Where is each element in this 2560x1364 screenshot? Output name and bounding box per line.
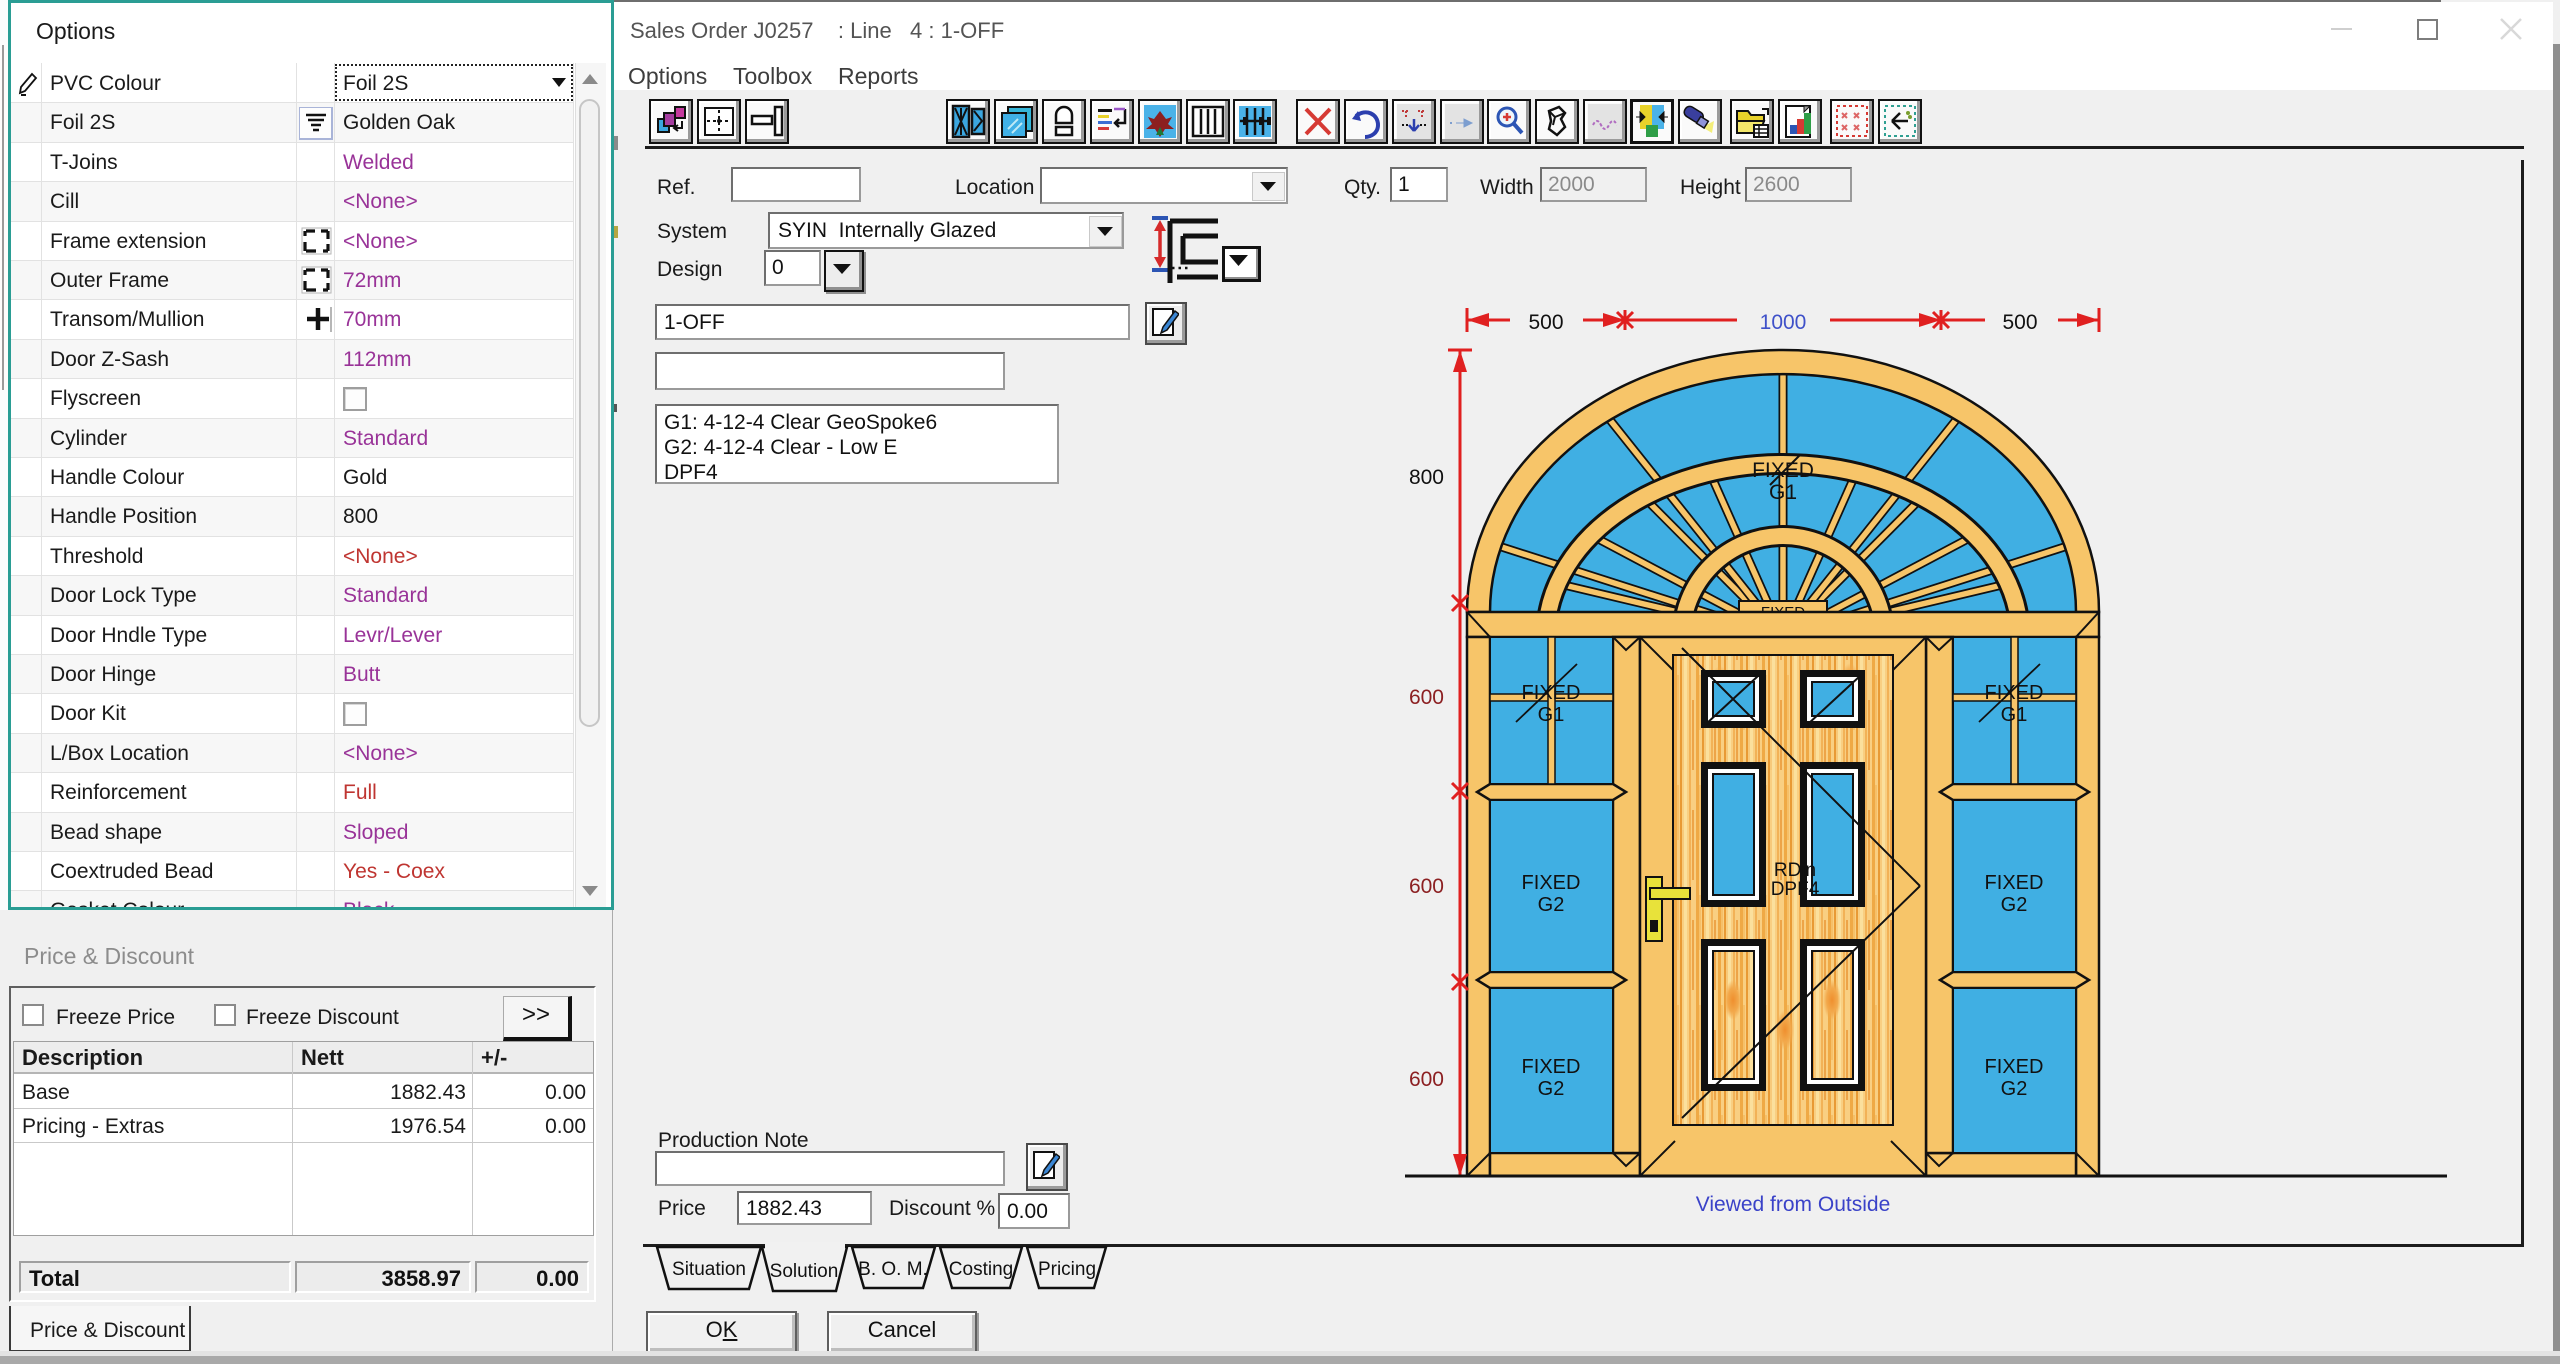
svg-text:G1: G1 — [1769, 481, 1797, 504]
svg-text:500: 500 — [2002, 311, 2037, 334]
svg-text:800: 800 — [1409, 466, 1444, 489]
svg-text:Solution: Solution — [770, 1261, 839, 1282]
svg-text:FIXED: FIXED — [1752, 459, 1814, 482]
svg-text:FIXED: FIXED — [1522, 872, 1581, 894]
svg-text:G2: G2 — [2001, 1078, 2028, 1100]
svg-text:FIXED: FIXED — [1985, 682, 2044, 704]
svg-text:G2: G2 — [1538, 894, 1565, 916]
svg-text:Situation: Situation — [672, 1259, 746, 1280]
svg-text:G2: G2 — [2001, 894, 2028, 916]
svg-text:1000: 1000 — [1760, 311, 1807, 334]
svg-text:DPF4: DPF4 — [1771, 879, 1820, 900]
svg-text:G1: G1 — [1538, 704, 1565, 726]
svg-text:FIXED: FIXED — [1985, 872, 2044, 894]
svg-text:B. O. M.: B. O. M. — [858, 1259, 928, 1280]
svg-text:FIXED: FIXED — [1522, 682, 1581, 704]
svg-text:G1: G1 — [2001, 704, 2028, 726]
svg-text:500: 500 — [1528, 311, 1563, 334]
svg-text:RDin: RDin — [1774, 860, 1816, 881]
svg-text:600: 600 — [1409, 686, 1444, 709]
svg-text:600: 600 — [1409, 875, 1444, 898]
svg-text:Pricing: Pricing — [1038, 1259, 1096, 1280]
svg-text:FIXED: FIXED — [1985, 1056, 2044, 1078]
svg-text:600: 600 — [1409, 1068, 1444, 1091]
svg-text:FIXED: FIXED — [1522, 1056, 1581, 1078]
svg-text:G2: G2 — [1538, 1078, 1565, 1100]
svg-text:Viewed from Outside: Viewed from Outside — [1696, 1193, 1891, 1216]
svg-text:Costing: Costing — [949, 1259, 1013, 1280]
